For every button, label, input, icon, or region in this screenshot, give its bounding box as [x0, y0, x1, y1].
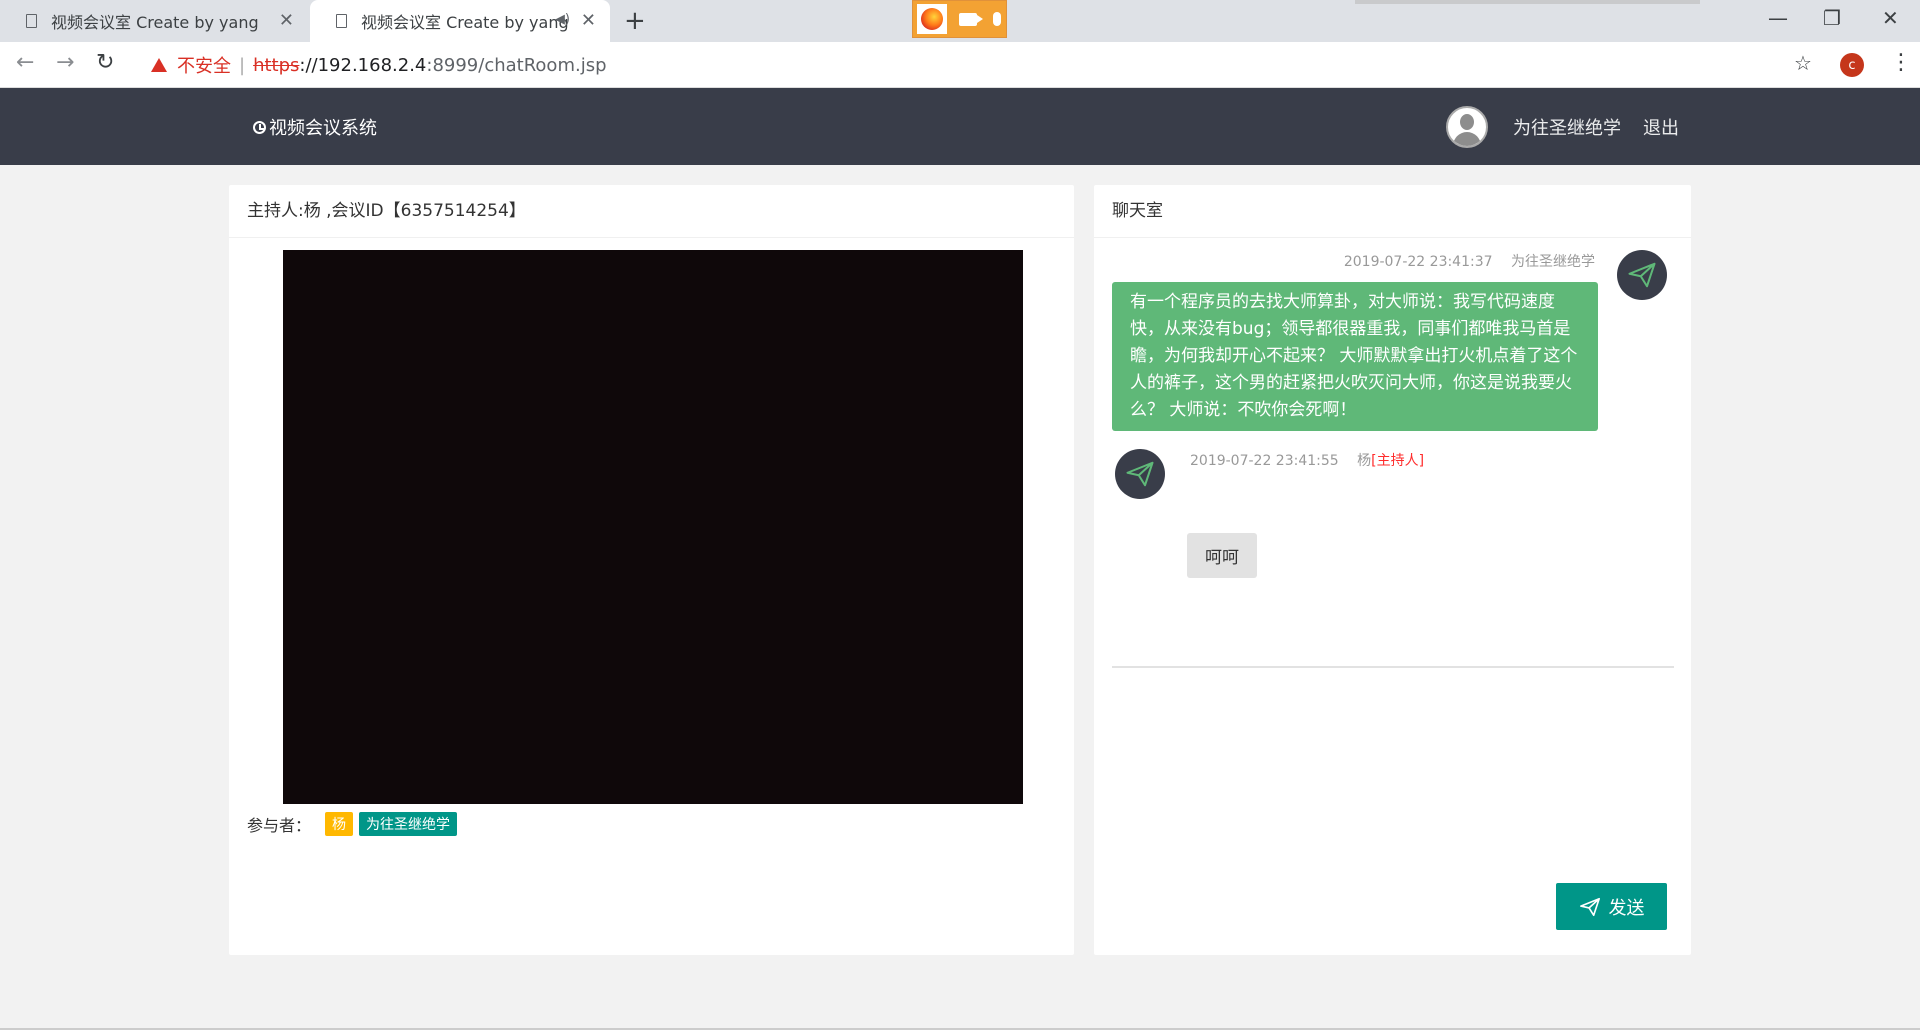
- forward-arrow-icon[interactable]: →: [56, 50, 74, 75]
- send-icon: [1579, 897, 1600, 916]
- participants-bar: 参与者： 杨 为往圣继绝学: [247, 812, 458, 836]
- message-sender: 为往圣继绝学: [1511, 254, 1595, 270]
- app-header: 视频会议系统 为往圣继绝学 退出: [0, 88, 1920, 165]
- close-icon[interactable]: ✕: [581, 10, 596, 31]
- message-bubble: 有一个程序员的去找大师算卦，对大师说：我写代码速度快，从来没有bug；领导都很器…: [1112, 282, 1598, 431]
- security-label: 不安全: [177, 56, 231, 77]
- microphone-icon: [993, 12, 1001, 26]
- message-meta: 2019-07-22 23:41:37 为往圣继绝学: [1344, 251, 1595, 271]
- browser-tab-strip: 视频会议室 Create by yang ✕ 视频会议室 Create by y…: [0, 0, 1920, 42]
- participant-tag: 杨: [325, 812, 354, 836]
- tab-title: 视频会议室 Create by yang: [361, 13, 569, 32]
- page-icon: [336, 14, 347, 28]
- menu-icon[interactable]: ⋮: [1890, 50, 1912, 75]
- browser-toolbar: ← → ↻ 不安全 | https://192.168.2.4:8999/cha…: [0, 42, 1920, 88]
- browser-tab-2[interactable]: 视频会议室 Create by yang ◀) ✕: [310, 0, 610, 42]
- url-path: :8999/chatRoom.jsp: [426, 54, 607, 76]
- meeting-header: 主持人:杨 ,会议ID【6357514254】: [229, 185, 1074, 238]
- chat-title: 聊天室: [1094, 185, 1691, 238]
- send-label: 发送: [1608, 897, 1645, 919]
- message-time: 2019-07-22 23:41:55: [1190, 453, 1339, 469]
- close-icon[interactable]: ✕: [279, 10, 294, 31]
- new-tab-button[interactable]: +: [624, 6, 646, 36]
- message-time: 2019-07-22 23:41:37: [1343, 254, 1493, 270]
- chat-card: 聊天室 2019-07-22 23:41:37 为往圣继绝学 有一个程序员的去找…: [1094, 185, 1691, 955]
- message-bubble: 呵呵: [1187, 533, 1257, 578]
- meeting-card: 主持人:杨 ,会议ID【6357514254】 参与者： 杨 为往圣继绝学: [229, 185, 1074, 955]
- chat-messages: 2019-07-22 23:41:37 为往圣继绝学 有一个程序员的去找大师算卦…: [1094, 237, 1691, 657]
- participants-label: 参与者：: [247, 816, 312, 835]
- paper-plane-icon: [1628, 262, 1656, 288]
- tab-title: 视频会议室 Create by yang: [51, 13, 259, 32]
- host-role-tag: [主持人]: [1371, 453, 1425, 469]
- minimize-button[interactable]: —: [1768, 6, 1788, 30]
- brand-logo[interactable]: 视频会议系统: [253, 114, 377, 140]
- chat-avatar: [1617, 250, 1667, 300]
- page-icon: [26, 14, 37, 28]
- profile-avatar[interactable]: c: [1840, 53, 1864, 77]
- message-sender: 杨: [1357, 453, 1372, 469]
- camera-icon: [959, 12, 983, 26]
- video-player[interactable]: [283, 250, 1023, 804]
- warning-icon: [151, 58, 167, 72]
- browser-tab-1[interactable]: 视频会议室 Create by yang ✕: [0, 0, 308, 42]
- logout-link[interactable]: 退出: [1643, 114, 1679, 140]
- url-host: ://192.168.2.4: [299, 54, 427, 76]
- separator: |: [239, 54, 246, 76]
- reload-icon[interactable]: ↻: [96, 50, 114, 75]
- window-shadow: [1355, 0, 1700, 4]
- audio-icon[interactable]: ◀): [555, 12, 570, 27]
- participant-tag: 为往圣继绝学: [359, 812, 458, 836]
- paper-plane-icon: [1126, 461, 1154, 487]
- restore-button[interactable]: ❐: [1823, 6, 1841, 30]
- chat-avatar: [1115, 449, 1165, 499]
- close-window-button[interactable]: ✕: [1882, 6, 1899, 30]
- address-bar[interactable]: 不安全 | https://192.168.2.4:8999/chatRoom.…: [137, 48, 1817, 82]
- bookmark-star-icon[interactable]: ☆: [1794, 51, 1812, 75]
- message-meta: 2019-07-22 23:41:55 杨[主持人]: [1190, 450, 1424, 470]
- brand-title: 视频会议系统: [269, 118, 377, 139]
- media-indicator[interactable]: [912, 0, 1007, 38]
- url-scheme: https: [253, 54, 300, 76]
- chat-divider: [1112, 666, 1674, 668]
- clock-icon: [253, 120, 266, 134]
- user-name[interactable]: 为往圣继绝学: [1513, 114, 1621, 140]
- user-avatar[interactable]: [1446, 106, 1488, 148]
- send-button[interactable]: 发送: [1556, 883, 1667, 930]
- back-arrow-icon[interactable]: ←: [16, 50, 34, 75]
- firefox-icon: [917, 4, 947, 34]
